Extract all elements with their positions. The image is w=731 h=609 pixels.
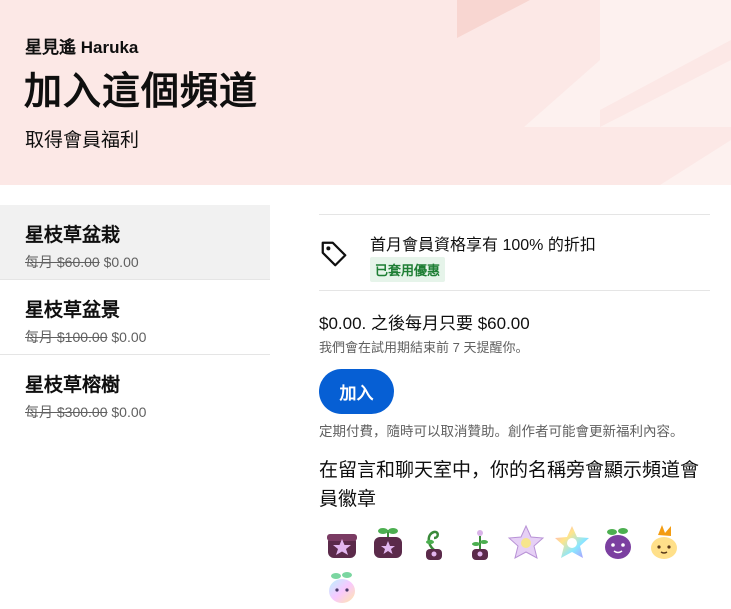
pot-star-badge	[319, 521, 365, 565]
rainbow-flower-badge	[549, 521, 595, 565]
tier-current-price: $0.00	[111, 404, 147, 420]
tier-details: 首月會員資格享有 100% 的折扣 已套用優惠 $0.00. 之後每月只要 $6…	[319, 214, 710, 609]
tier-item[interactable]: 星枝草盆景 每月 $100.00 $0.00	[0, 280, 270, 355]
purple-plant-badge	[595, 521, 641, 565]
tier-old-price: 每月 $300.00	[25, 404, 108, 420]
tier-name: 星枝草盆栽	[25, 225, 121, 246]
tier-price: 每月 $300.00 $0.00	[25, 402, 270, 422]
channel-name: 星見遙 Haruka	[25, 38, 139, 57]
tag-icon	[321, 241, 347, 267]
channel-header: 星見遙 Haruka 加入這個頻道 取得會員福利	[0, 0, 731, 185]
trial-reminder: 我們會在試用期結束前 7 天提醒你。	[319, 340, 529, 355]
promo-section: 首月會員資格享有 100% 的折扣 已套用優惠	[319, 215, 710, 290]
perk-title: 在留言和聊天室中，你的名稱旁會顯示頻道會員徽章	[319, 460, 700, 510]
sprout-curl-badge	[411, 521, 457, 565]
tier-current-price: $0.00	[103, 254, 139, 270]
rainbow-plant-badge	[319, 565, 365, 609]
page-title: 加入這個頻道	[24, 71, 259, 113]
promo-applied-badge: 已套用優惠	[370, 257, 446, 282]
sprout-small-badge	[457, 521, 503, 565]
pot-sprout-badge	[365, 521, 411, 565]
page-subtitle: 取得會員福利	[25, 130, 140, 151]
join-button[interactable]: 加入	[319, 369, 394, 414]
tier-current-price: $0.00	[111, 329, 147, 345]
tier-list: 星枝草盆栽 每月 $60.00 $0.00 星枝草盆景 每月 $100.00 $…	[0, 205, 270, 430]
tier-item[interactable]: 星枝草盆栽 每月 $60.00 $0.00	[0, 205, 270, 280]
star-flower-badge	[503, 521, 549, 565]
tier-price: 每月 $60.00 $0.00	[25, 252, 270, 272]
yellow-plant-badge	[641, 521, 687, 565]
tier-name: 星枝草盆景	[25, 300, 121, 321]
price-summary: $0.00. 之後每月只要 $60.00	[319, 314, 530, 333]
tier-price: 每月 $100.00 $0.00	[25, 327, 270, 347]
terms-text: 定期付費，隨時可以取消贊助。創作者可能會更新福利內容。	[319, 424, 684, 439]
tier-old-price: 每月 $100.00	[25, 329, 108, 345]
badge-list	[319, 521, 714, 609]
tier-item[interactable]: 星枝草榕樹 每月 $300.00 $0.00	[0, 355, 270, 430]
promo-text: 首月會員資格享有 100% 的折扣	[370, 237, 596, 254]
tier-old-price: 每月 $60.00	[25, 254, 100, 270]
tier-name: 星枝草榕樹	[25, 375, 121, 396]
divider	[319, 290, 710, 291]
